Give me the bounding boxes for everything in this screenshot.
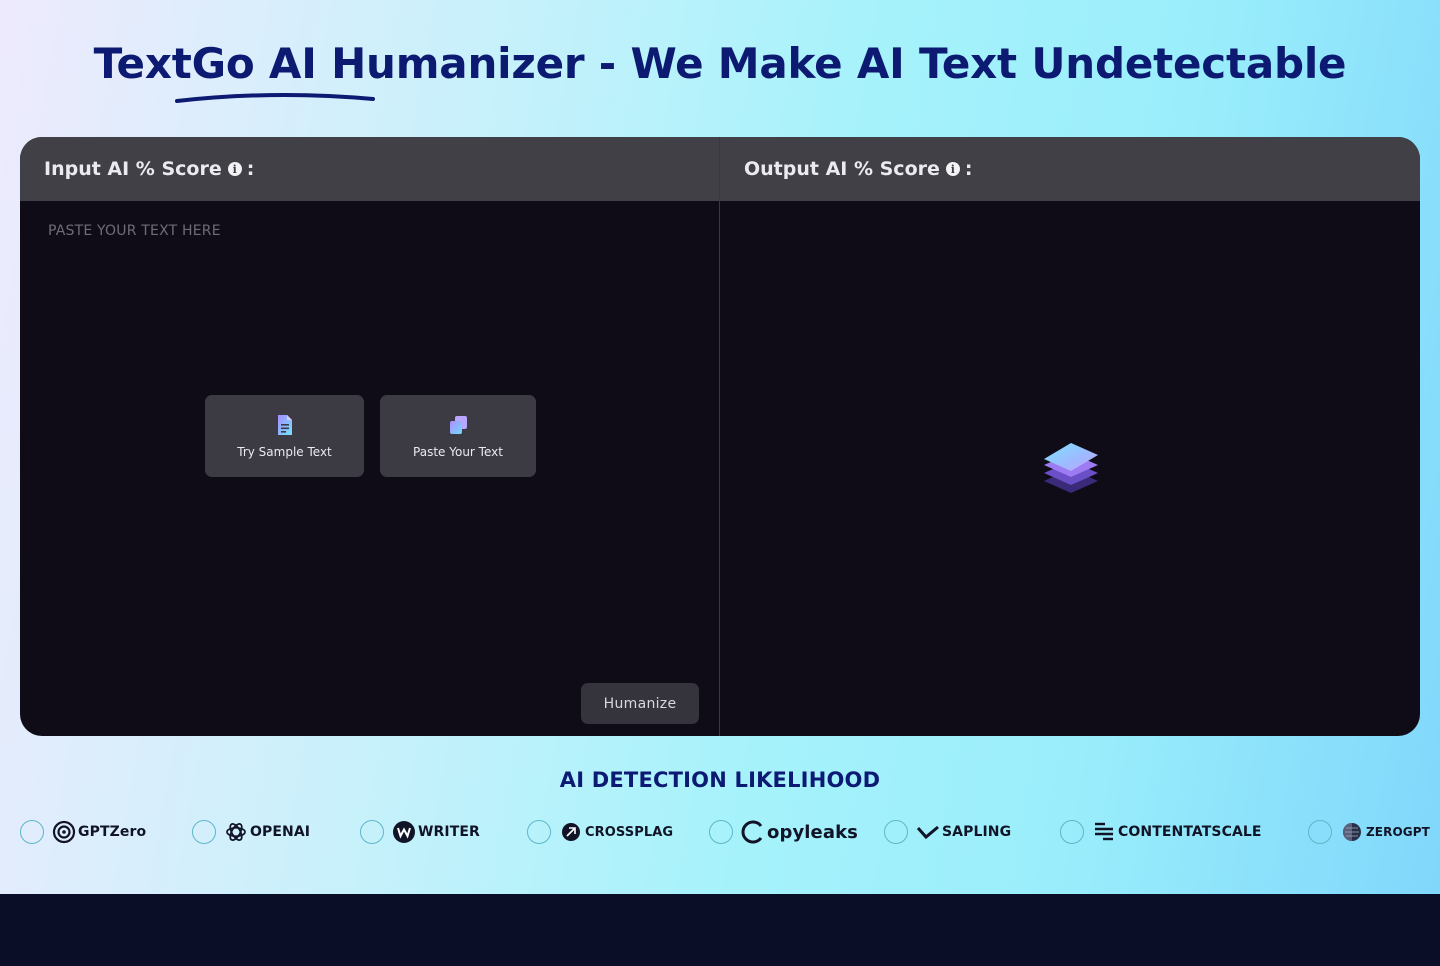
humanizer-editor: Input AI % Score i : PASTE YOUR TEXT HER… — [20, 137, 1420, 736]
copyleaks-logo — [741, 820, 763, 844]
input-score-label: Input AI % Score — [44, 158, 222, 180]
paste-your-text-button[interactable]: Paste Your Text — [380, 395, 536, 477]
detection-title: AI DETECTION LIKELIHOOD — [559, 768, 881, 792]
detector-radio[interactable] — [884, 820, 908, 844]
openai-logo — [226, 823, 246, 841]
detector-crossplag[interactable]: CROSSPLAG — [527, 818, 673, 846]
detector-label: opyleaks — [767, 821, 858, 843]
detector-radio[interactable] — [527, 820, 551, 844]
detector-radio[interactable] — [20, 820, 44, 844]
detector-zerogpt[interactable]: ZEROGPT — [1308, 818, 1430, 846]
output-score-label: Output AI % Score — [744, 158, 940, 180]
detector-label: ZEROGPT — [1366, 825, 1430, 839]
page-title: TextGo AI Humanizer - We Make AI Text Un… — [93, 39, 1347, 88]
sapling-logo — [916, 825, 939, 840]
text-input-placeholder[interactable]: PASTE YOUR TEXT HERE — [48, 223, 221, 239]
layers-stack-icon — [1044, 443, 1098, 493]
detector-label: SAPLING — [942, 824, 1012, 840]
detector-radio[interactable] — [1060, 820, 1084, 844]
writer-logo — [393, 821, 415, 843]
output-panel-header: Output AI % Score i : — [720, 137, 1420, 201]
input-panel: Input AI % Score i : PASTE YOUR TEXT HER… — [20, 137, 720, 736]
detector-writer[interactable]: WRITER — [360, 818, 480, 846]
input-score-colon: : — [246, 158, 255, 180]
info-icon[interactable]: i — [227, 162, 242, 176]
detector-openai[interactable]: OPENAI — [192, 818, 310, 846]
output-score-colon: : — [964, 158, 973, 180]
crossplag-logo — [562, 823, 580, 841]
input-panel-header: Input AI % Score i : — [20, 137, 719, 201]
detector-label: CONTENTATSCALE — [1118, 824, 1262, 840]
detector-radio[interactable] — [709, 820, 733, 844]
output-panel: Output AI % Score i : — [720, 137, 1420, 736]
copy-icon — [450, 416, 467, 434]
gptzero-logo — [52, 820, 76, 844]
detector-radio[interactable] — [360, 820, 384, 844]
detector-label: GPTZero — [78, 824, 147, 840]
detector-radio[interactable] — [192, 820, 216, 844]
detector-label: WRITER — [418, 824, 480, 840]
info-icon[interactable]: i — [945, 162, 960, 176]
detector-copyleaks[interactable]: opyleaks — [709, 818, 858, 846]
paste-your-text-label: Paste Your Text — [413, 445, 503, 459]
detector-contentatscale[interactable]: CONTENTATSCALE — [1060, 818, 1262, 846]
zerogpt-logo — [1343, 823, 1361, 841]
detector-label: CROSSPLAG — [585, 824, 674, 840]
detector-gptzero[interactable]: GPTZero — [20, 818, 146, 846]
contentatscale-logo — [1095, 822, 1113, 841]
detector-sapling[interactable]: SAPLING — [884, 818, 1011, 846]
try-sample-text-button[interactable]: Try Sample Text — [205, 395, 364, 477]
title-underline — [175, 92, 375, 103]
try-sample-text-label: Try Sample Text — [237, 445, 332, 459]
footer-band — [0, 894, 1440, 966]
document-icon — [277, 415, 292, 435]
detector-radio[interactable] — [1308, 820, 1332, 844]
humanize-button[interactable]: Humanize — [581, 683, 699, 724]
detector-label: OPENAI — [250, 824, 311, 840]
